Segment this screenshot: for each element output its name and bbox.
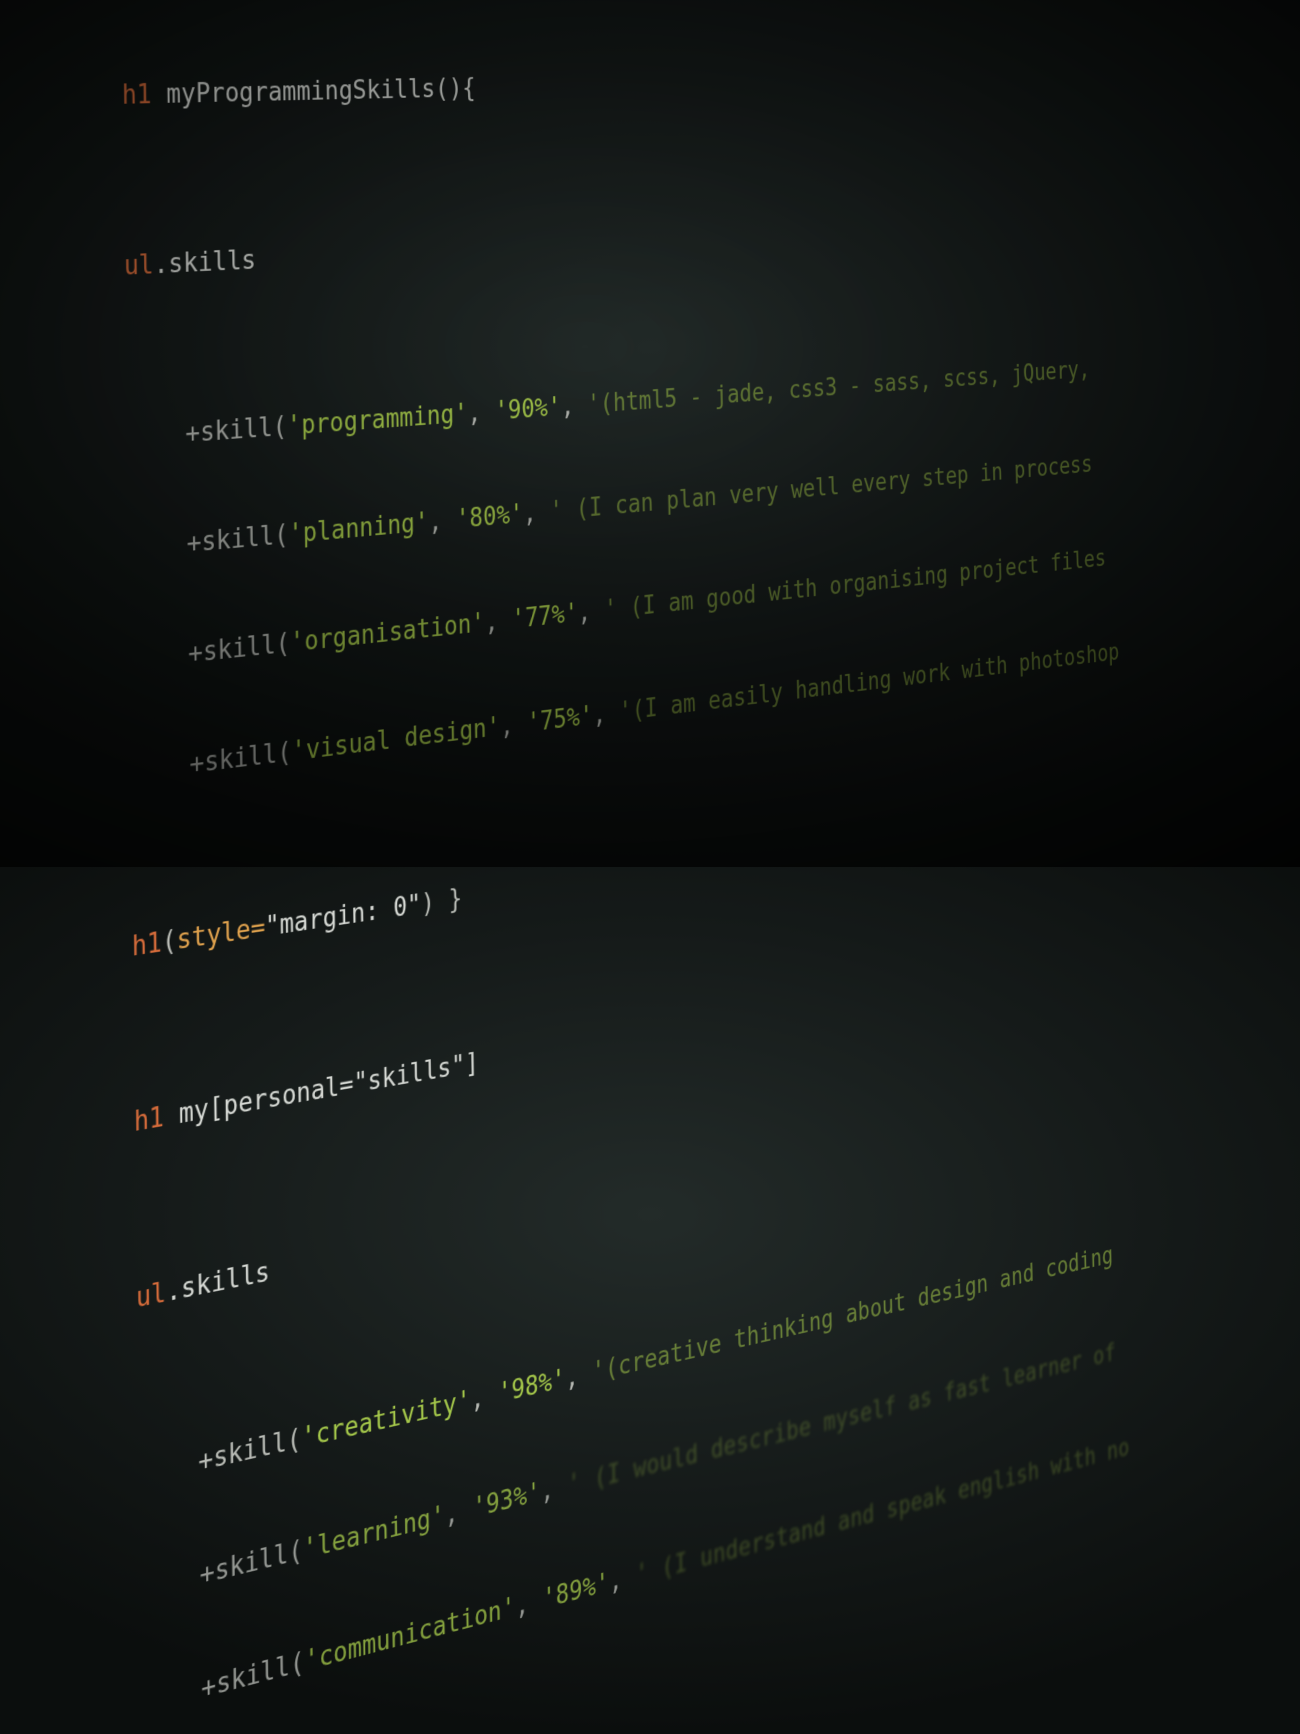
string-token: ' (I am good with organising project fil…: [604, 545, 1106, 625]
code-line[interactable]: h1 myProgrammingSkills(){: [61, 55, 1104, 122]
string-token: 'organisation': [290, 609, 485, 659]
string-token: '75%': [527, 702, 594, 739]
code-text: my[personal="skills"]: [164, 1048, 479, 1133]
string-token: '89%': [542, 1568, 609, 1615]
string-token: ' (I can plan very well every step in pr…: [549, 451, 1092, 526]
code-line[interactable]: h1(style="margin: 0") }: [70, 780, 1123, 982]
mixin-token: +skill: [188, 630, 276, 670]
code-line[interactable]: ul.skills: [63, 201, 1108, 294]
string-token: 'creativity': [301, 1386, 471, 1455]
mixin-token: +skill: [198, 1427, 287, 1478]
attr-value: "margin: 0": [265, 889, 421, 942]
string-token: '93%': [472, 1478, 541, 1525]
string-token: '77%': [511, 599, 578, 635]
mixin-token: +skill: [199, 1538, 288, 1591]
string-token: '90%': [494, 393, 561, 427]
code-editor-viewport[interactable]: h1 myProgrammingSkills(){ ul.skills +ski…: [60, 0, 1156, 1734]
string-token: 'programming': [287, 399, 468, 441]
string-token: '(I am easily handling work with photosh…: [619, 639, 1120, 727]
code-text: myProgrammingSkills(){: [151, 74, 476, 110]
string-token: 'learning': [303, 1501, 445, 1566]
string-token: 'visual design': [291, 713, 500, 768]
tag-token: h1: [122, 80, 152, 111]
mixin-token: +skill: [187, 521, 275, 559]
code-line[interactable]: +skill('programming', '90%', '(html5 - j…: [65, 347, 1112, 468]
string-token: '80%': [456, 500, 524, 535]
string-token: 'planning': [288, 508, 429, 550]
tag-token: ul: [136, 1277, 167, 1315]
string-token: 'communication': [304, 1592, 515, 1678]
class-token: .skills: [153, 246, 256, 281]
tag-token: ul: [124, 250, 154, 282]
mixin-token: +skill: [185, 413, 273, 450]
string-token: '(html5 - jade, css3 - sass, scss, jQuer…: [587, 357, 1090, 420]
tag-token: h1: [134, 1102, 165, 1139]
class-token: .skills: [166, 1256, 270, 1308]
string-token: '98%': [498, 1364, 566, 1409]
attr-token: style: [177, 914, 251, 956]
mixin-token: +skill: [189, 739, 277, 780]
mixin-token: +skill: [201, 1651, 290, 1706]
tag-token: h1: [132, 927, 162, 963]
